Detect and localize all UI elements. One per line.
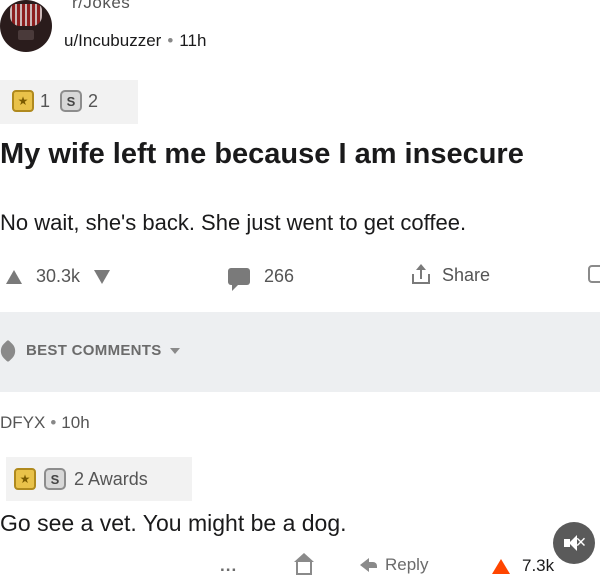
award-silver-count: 2	[88, 90, 99, 111]
sort-label: BEST COMMENTS	[26, 342, 162, 359]
upvote-icon[interactable]	[6, 269, 22, 284]
comment-awards-label: 2 Awards	[74, 468, 148, 489]
gold-award-icon: ★	[14, 468, 36, 490]
comment-meta-separator: •	[50, 413, 57, 432]
subreddit-name[interactable]: r/Jokes	[72, 0, 130, 13]
speaker-muted-icon: ✕	[564, 534, 587, 551]
subreddit-avatar[interactable]	[0, 0, 52, 52]
award-outline-icon	[588, 265, 600, 283]
share-label: Share	[442, 264, 491, 285]
give-award-button[interactable]	[294, 553, 314, 580]
award-silver[interactable]: S 2	[60, 90, 98, 112]
reply-button[interactable]: Reply	[360, 555, 428, 575]
award-button[interactable]	[588, 265, 600, 285]
microphone-icon	[10, 4, 42, 26]
upvote-count: 30.3k	[36, 266, 81, 286]
comment-count: 266	[264, 266, 295, 286]
post-body: No wait, she's back. She just went to ge…	[0, 210, 467, 235]
microphone-stand	[18, 30, 34, 40]
comment-author[interactable]: DFYX	[0, 413, 45, 432]
comment-body: Go see a vet. You might be a dog.	[0, 510, 347, 536]
silver-award-icon: S	[60, 90, 83, 112]
award-gold[interactable]: ★ 1	[12, 90, 50, 112]
reply-label: Reply	[385, 555, 429, 574]
comment-meta: DFYX • 10h	[0, 413, 90, 433]
mute-button[interactable]: ✕	[553, 522, 595, 564]
silver-award-icon: S	[44, 468, 66, 490]
comment-age: 10h	[61, 413, 90, 432]
sort-dropdown[interactable]: BEST COMMENTS	[0, 339, 180, 362]
reply-icon	[360, 558, 377, 572]
comments-button[interactable]: 266	[228, 266, 295, 291]
more-options-button[interactable]: ...	[220, 556, 237, 576]
comment-icon	[228, 268, 250, 291]
comment-vote-controls: 7.3k	[492, 556, 554, 576]
vote-controls: 30.3k	[6, 266, 111, 287]
rocket-icon	[0, 339, 20, 362]
post-title[interactable]: My wife left me because I am insecure	[0, 138, 524, 171]
downvote-icon[interactable]	[94, 269, 111, 284]
chevron-down-icon	[169, 347, 180, 354]
upvote-active-icon[interactable]	[492, 558, 510, 574]
comment-score: 7.3k	[522, 556, 555, 575]
post-byline: u/Incubuzzer • 11h	[64, 31, 206, 51]
share-button[interactable]: Share	[410, 264, 490, 286]
award-icon	[294, 553, 314, 575]
post-author[interactable]: u/Incubuzzer	[64, 31, 161, 50]
share-icon	[410, 264, 432, 286]
byline-separator: •	[167, 31, 174, 50]
more-options-icon: ...	[220, 556, 238, 575]
comment-awards[interactable]: ★ S 2 Awards	[6, 457, 192, 501]
post-age: 11h	[179, 31, 207, 50]
gold-award-icon: ★	[12, 90, 34, 112]
post-awards[interactable]: ★ 1 S 2	[0, 80, 138, 124]
award-gold-count: 1	[40, 90, 51, 111]
